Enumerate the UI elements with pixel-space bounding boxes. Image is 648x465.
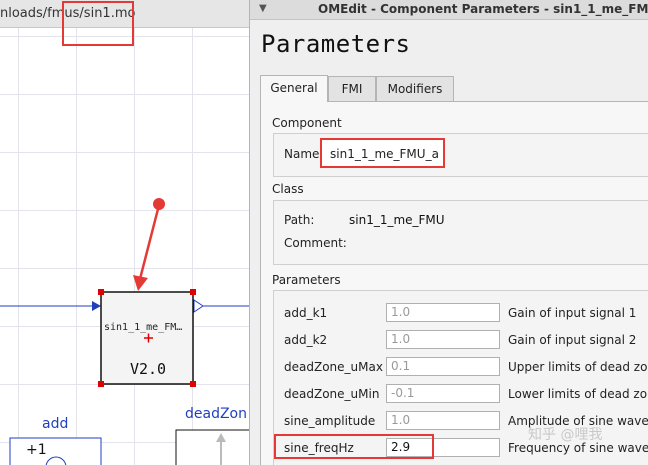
param-input-add-k2[interactable]: 1.0 xyxy=(386,330,500,349)
add-block-label: add xyxy=(42,416,69,432)
comment-label: Comment: xyxy=(284,236,347,250)
watermark: 知乎 @哩我 xyxy=(528,427,603,443)
dialog-title: OMEdit - Component Parameters - sin1_1_m… xyxy=(318,2,648,16)
name-label: Name xyxy=(284,147,320,161)
diagram-drawing xyxy=(0,198,250,465)
param-name-sine-amplitude: sine_amplitude xyxy=(284,414,376,428)
deadzone-block[interactable] xyxy=(175,429,250,465)
window-menu-icon[interactable]: ▼ xyxy=(259,3,267,14)
param-input-sine-amplitude[interactable]: 1.0 xyxy=(386,411,500,430)
path-label: Path: xyxy=(284,213,315,227)
name-field[interactable]: sin1_1_me_FMU_a xyxy=(320,138,445,168)
path-annotation-box xyxy=(62,1,134,46)
name-value: sin1_1_me_FMU_a xyxy=(330,147,439,161)
param-name-add-k1: add_k1 xyxy=(284,306,328,320)
param-name-deadzone-umin: deadZone_uMin xyxy=(284,387,380,401)
param-comment-add-k2: Gain of input signal 2 xyxy=(508,333,637,347)
dialog-titlebar[interactable]: ▼ OMEdit - Component Parameters - sin1_1… xyxy=(250,0,648,20)
class-group xyxy=(273,200,648,265)
add-block[interactable] xyxy=(9,437,102,465)
annotation-arrow-head-icon xyxy=(133,275,148,291)
diagram-view: nloads/fmus/sin1.mo sin1_1_me_FM… V2.0 a… xyxy=(0,0,250,465)
parameters-heading: Parameters xyxy=(261,30,411,58)
param-name-deadzone-umax: deadZone_uMax xyxy=(284,360,383,374)
param-name-add-k2: add_k2 xyxy=(284,333,328,347)
output-port-icon xyxy=(193,299,204,313)
path-value: sin1_1_me_FMU xyxy=(349,213,445,227)
input-port-icon xyxy=(92,301,101,311)
parameters-section-label: Parameters xyxy=(272,273,341,287)
add-block-value: +1 xyxy=(26,442,47,458)
param-input-deadzone-umax[interactable]: 0.1 xyxy=(386,357,500,376)
param-comment-deadzone-umax: Upper limits of dead zone xyxy=(508,360,648,374)
component-parameters-dialog: ▼ OMEdit - Component Parameters - sin1_1… xyxy=(249,0,648,465)
tab-fmi[interactable]: FMI xyxy=(328,76,376,101)
param-input-add-k1[interactable]: 1.0 xyxy=(386,303,500,322)
annotation-arrow-line xyxy=(138,208,160,280)
deadzone-block-label: deadZon xyxy=(185,406,247,422)
tab-general[interactable]: General xyxy=(260,75,328,102)
param-input-deadzone-umin[interactable]: -0.1 xyxy=(386,384,500,403)
param-comment-add-k1: Gain of input signal 1 xyxy=(508,306,637,320)
tab-modifiers[interactable]: Modifiers xyxy=(376,76,454,101)
param-comment-deadzone-umin: Lower limits of dead zone xyxy=(508,387,648,401)
component-section-label: Component xyxy=(272,116,342,130)
component-instance-label: sin1_1_me_FM… xyxy=(104,322,183,333)
component-version-label: V2.0 xyxy=(129,360,167,378)
annotation-arrow-dot xyxy=(153,198,165,210)
class-section-label: Class xyxy=(272,182,304,196)
freq-annotation-box xyxy=(274,434,434,459)
